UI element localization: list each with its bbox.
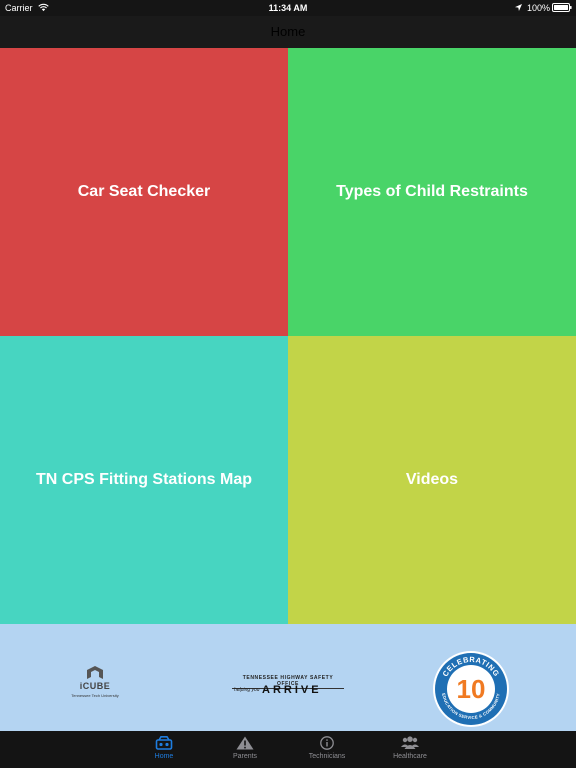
location-arrow-icon — [515, 4, 522, 11]
status-time: 11:34 AM — [268, 3, 308, 13]
tab-home[interactable]: Home — [129, 731, 199, 768]
icube-logo: iCUBE Tennessee Tech University — [60, 666, 130, 706]
fitting-stations-map-tile[interactable]: TN CPS Fitting Stations Map — [0, 336, 288, 624]
tile-label: TN CPS Fitting Stations Map — [36, 471, 252, 488]
thso-arrive: ARRIVE — [262, 684, 322, 696]
status-battery-percent: 100% — [527, 3, 551, 13]
tab-label: Home — [154, 753, 174, 760]
child-restraint-types-tile[interactable]: Types of Child Restraints — [288, 48, 576, 336]
tab-label: Parents — [232, 753, 258, 760]
page-title: Home — [270, 24, 306, 39]
car-seat-icon — [155, 736, 173, 750]
battery-icon — [552, 3, 572, 12]
tab-bar: Home Parents Technicians Healthcare — [0, 731, 576, 768]
warning-icon — [236, 736, 254, 750]
tab-healthcare[interactable]: Healthcare — [375, 731, 445, 768]
status-bar: Carrier 11:34 AM 100% — [0, 0, 576, 16]
icube-name: iCUBE — [79, 681, 111, 691]
tile-label: Videos — [405, 471, 459, 488]
car-seat-checker-tile[interactable]: Car Seat Checker — [0, 48, 288, 336]
sponsor-banner: iCUBE Tennessee Tech University TENNESSE… — [0, 624, 576, 731]
tab-technicians[interactable]: Technicians — [292, 731, 362, 768]
tab-label: Healthcare — [393, 753, 427, 760]
icube-mark-icon — [87, 666, 103, 679]
info-icon — [320, 736, 334, 750]
seal-years: 10 — [457, 674, 486, 704]
tile-label: Car Seat Checker — [77, 183, 211, 200]
thso-logo: TENNESSEE HIGHWAY SAFETY OFFICE helping … — [232, 675, 344, 697]
tab-parents[interactable]: Parents — [210, 731, 280, 768]
tab-label: Technicians — [308, 753, 346, 760]
videos-tile[interactable]: Videos — [288, 336, 576, 624]
navigation-bar: Home — [0, 16, 576, 48]
tile-label: Types of Child Restraints — [336, 183, 528, 200]
icube-university: Tennessee Tech University — [71, 693, 119, 698]
people-icon — [401, 736, 419, 749]
anniversary-seal-logo: CELEBRATING EDUCATION SERVICE & COMMUNIT… — [433, 651, 509, 727]
thso-helping: helping you — [234, 687, 260, 693]
